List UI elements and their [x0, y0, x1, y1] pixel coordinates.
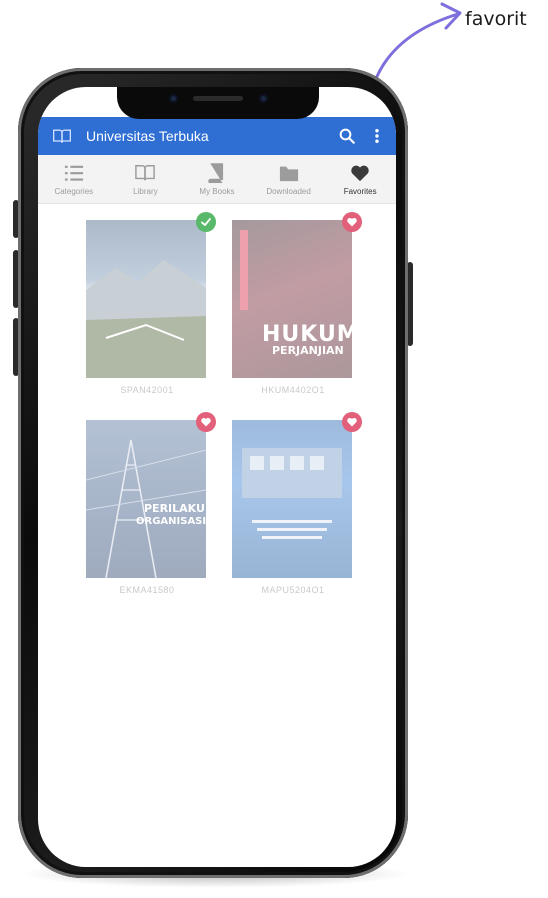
sensor — [169, 94, 178, 103]
tab-label: Categories — [54, 186, 94, 196]
book-code: EKMA41580 — [119, 585, 175, 595]
tab-bar: Categories Library My Books Downloaded F… — [38, 155, 396, 204]
book-code: HKUM4402O1 — [261, 385, 325, 395]
favorite-badge[interactable] — [342, 212, 362, 232]
book-icon — [208, 162, 224, 183]
check-icon — [201, 218, 211, 226]
notch — [117, 87, 319, 119]
book-cover: PERILAKU ORGANISASI — [86, 420, 206, 578]
more-vertical-icon — [375, 129, 379, 143]
cover-subtitle: ORGANISASI — [136, 516, 206, 527]
heart-icon — [347, 217, 357, 227]
tab-library[interactable]: Library — [110, 155, 182, 203]
app-bar: Universitas Terbuka — [38, 117, 396, 155]
folder-icon — [279, 166, 298, 181]
more-options-button[interactable] — [366, 125, 388, 147]
tab-my-books[interactable]: My Books — [181, 155, 253, 203]
book-open-icon — [53, 129, 71, 143]
search-icon — [339, 128, 355, 144]
favorite-badge[interactable] — [196, 412, 216, 432]
book-open-icon — [135, 164, 156, 180]
book-card[interactable]: MAPU5204O1 — [232, 412, 362, 595]
tab-label: Downloaded — [266, 186, 311, 196]
list-icon — [64, 165, 83, 181]
book-cover — [86, 220, 206, 378]
book-cover: HUKUM PERJANJIAN — [232, 220, 352, 378]
tab-favorites[interactable]: Favorites — [324, 155, 396, 203]
book-card[interactable]: PERILAKU ORGANISASI EKMA41580 — [86, 412, 216, 595]
downloaded-badge[interactable] — [196, 212, 216, 232]
book-code: SPAN42001 — [120, 385, 174, 395]
phone-screen: Universitas Terbuka Categories Library M… — [38, 87, 396, 867]
heart-icon — [347, 417, 357, 427]
favorite-badge[interactable] — [342, 412, 362, 432]
cover-title: PERILAKU — [144, 502, 205, 515]
search-button[interactable] — [336, 125, 358, 147]
heart-icon — [351, 165, 369, 181]
book-cover — [232, 420, 352, 578]
tab-label: Library — [133, 186, 158, 196]
annotation-label: favorit — [465, 8, 527, 30]
stage: favorit Universitas Terbuka Categories L… — [0, 0, 548, 898]
speaker — [193, 96, 243, 101]
tab-categories[interactable]: Categories — [38, 155, 110, 203]
cover-subtitle: PERJANJIAN — [272, 344, 344, 357]
app-title: Universitas Terbuka — [86, 128, 209, 144]
heart-icon — [201, 417, 211, 427]
front-camera — [259, 94, 268, 103]
book-card[interactable]: SPAN42001 — [86, 212, 216, 395]
tab-label: Favorites — [343, 186, 377, 196]
tab-label: My Books — [199, 186, 235, 196]
book-code: MAPU5204O1 — [261, 585, 325, 595]
tab-downloaded[interactable]: Downloaded — [253, 155, 325, 203]
book-card[interactable]: HUKUM PERJANJIAN HKUM4402O1 — [232, 212, 362, 395]
